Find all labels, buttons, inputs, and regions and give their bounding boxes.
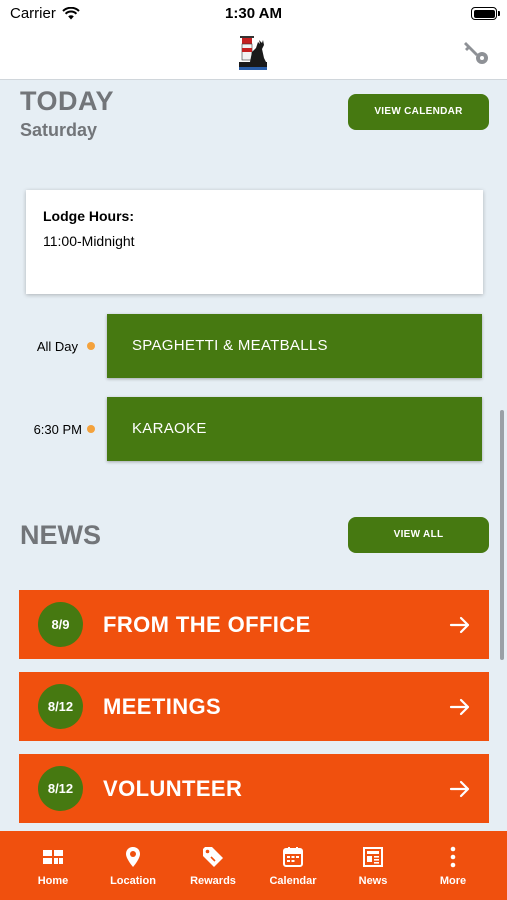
arrow-right-icon bbox=[449, 698, 470, 716]
scrollbar[interactable] bbox=[500, 410, 504, 660]
more-dots-icon bbox=[450, 846, 456, 868]
news-item-label: FROM THE OFFICE bbox=[103, 612, 311, 637]
hours-value: 11:00-Midnight bbox=[43, 233, 135, 249]
event-time: All Day bbox=[36, 339, 78, 354]
status-bar: Carrier 1:30 AM bbox=[0, 0, 507, 28]
tab-label: News bbox=[358, 875, 388, 887]
news-item-volunteer[interactable]: 8/12 VOLUNTEER bbox=[19, 754, 489, 823]
event-time: 6:30 PM bbox=[33, 422, 82, 437]
news-item-label: MEETINGS bbox=[103, 694, 222, 719]
tab-label: Home bbox=[37, 875, 69, 887]
tab-calendar[interactable]: Calendar bbox=[253, 831, 333, 900]
news-date-badge: 8/12 bbox=[38, 766, 83, 811]
tab-location[interactable]: Location bbox=[93, 831, 173, 900]
tab-news[interactable]: News bbox=[333, 831, 413, 900]
event-dot bbox=[87, 342, 95, 350]
event-name: KARAOKE bbox=[132, 420, 207, 437]
news-item-label: VOLUNTEER bbox=[103, 776, 243, 801]
lodge-hours-card: Lodge Hours: 11:00-Midnight bbox=[26, 190, 483, 294]
hours-label: Lodge Hours: bbox=[43, 208, 134, 224]
event-dot bbox=[87, 425, 95, 433]
newspaper-icon bbox=[363, 847, 383, 867]
news-date-badge: 8/9 bbox=[38, 602, 83, 647]
event-item-karaoke[interactable]: KARAOKE bbox=[107, 397, 482, 461]
bottom-tab-bar: Home Location Rewards Calendar News More bbox=[0, 831, 507, 900]
tab-home[interactable]: Home bbox=[13, 831, 93, 900]
battery-icon bbox=[471, 7, 500, 20]
today-day: Saturday bbox=[20, 120, 98, 140]
event-name: SPAGHETTI & MEATBALLS bbox=[132, 337, 328, 354]
lodge-logo bbox=[239, 36, 267, 70]
tab-label: Location bbox=[110, 875, 156, 887]
calendar-icon bbox=[283, 847, 303, 867]
view-calendar-button[interactable]: VIEW CALENDAR bbox=[348, 94, 489, 130]
tab-label: More bbox=[439, 875, 467, 887]
app-header bbox=[0, 28, 507, 80]
news-item-from-the-office[interactable]: 8/9 FROM THE OFFICE bbox=[19, 590, 489, 659]
tab-more[interactable]: More bbox=[413, 831, 493, 900]
today-heading: TODAY bbox=[20, 86, 115, 116]
map-pin-icon bbox=[126, 847, 140, 867]
home-grid-icon bbox=[43, 850, 63, 864]
tab-label: Calendar bbox=[269, 875, 317, 887]
news-heading: NEWS bbox=[20, 520, 101, 550]
news-item-meetings[interactable]: 8/12 MEETINGS bbox=[19, 672, 489, 741]
key-icon[interactable] bbox=[461, 38, 491, 68]
arrow-right-icon bbox=[449, 780, 470, 798]
tab-label: Rewards bbox=[190, 875, 236, 887]
view-all-button[interactable]: VIEW ALL bbox=[348, 517, 489, 553]
news-date-badge: 8/12 bbox=[38, 684, 83, 729]
arrow-right-icon bbox=[449, 616, 470, 634]
event-item-spaghetti[interactable]: SPAGHETTI & MEATBALLS bbox=[107, 314, 482, 378]
tab-rewards[interactable]: Rewards bbox=[173, 831, 253, 900]
tag-icon bbox=[203, 847, 223, 867]
clock: 1:30 AM bbox=[225, 5, 282, 22]
